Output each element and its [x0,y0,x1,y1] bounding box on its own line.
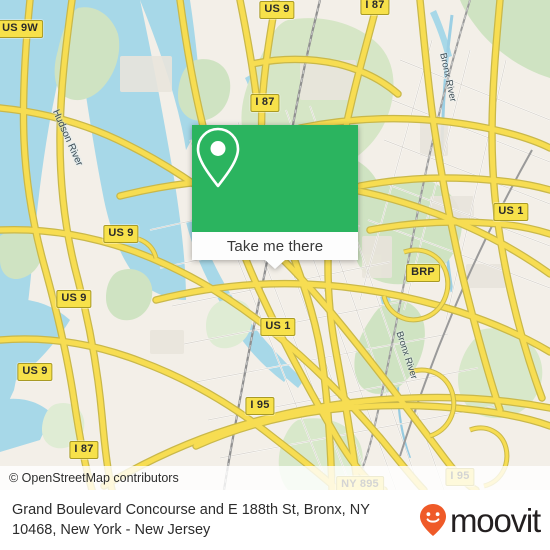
shield-i-87-bottom[interactable]: I 87 [69,441,99,459]
shield-us-9-a[interactable]: US 9 [103,225,139,243]
popup-pointer [265,260,285,269]
take-me-there-label: Take me there [226,237,324,255]
popup-marker-area [192,125,358,232]
shield-i-95-left[interactable]: I 95 [245,397,275,415]
moovit-wordmark: moovit [450,501,541,539]
shield-us-9-top[interactable]: US 9 [259,1,295,19]
shield-us-9-b[interactable]: US 9 [56,290,92,308]
location-popup-card[interactable]: Take me there [192,125,358,269]
moovit-logo[interactable]: moovit [418,501,541,539]
screenshot-root: Hudson River Bronx River Bronx River US … [0,0,550,550]
shield-i-87-mid[interactable]: I 87 [250,94,280,112]
take-me-there-button[interactable]: Take me there [192,232,358,260]
footer-bar: Grand Boulevard Concourse and E 188th St… [0,490,550,550]
map-pin-icon [196,127,240,188]
shield-i-87-top[interactable]: I 87 [360,0,390,15]
map-attribution-bar: © OpenStreetMap contributors [0,466,550,490]
osm-attribution-text[interactable]: © OpenStreetMap contributors [0,471,179,485]
moovit-smiley-pin-icon [420,504,446,536]
location-title: Grand Boulevard Concourse and E 188th St… [12,502,370,538]
shield-brp[interactable]: BRP [406,264,440,282]
shield-us-1-mid[interactable]: US 1 [260,318,296,336]
map-canvas[interactable]: Hudson River Bronx River Bronx River US … [0,0,550,490]
shield-us-1-right[interactable]: US 1 [493,203,529,221]
shield-us-9-c[interactable]: US 9 [17,363,53,381]
shield-us-9w[interactable]: US 9W [0,20,43,38]
